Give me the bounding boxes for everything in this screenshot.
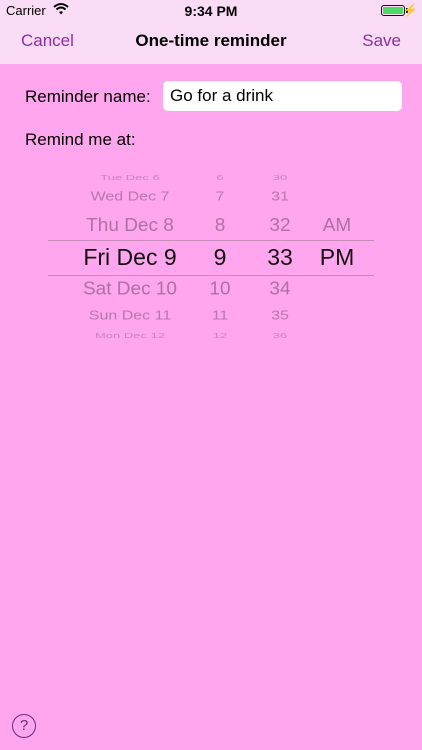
picker-minute-option[interactable]: 34 — [269, 279, 290, 300]
picker-hour-option[interactable]: 8 — [215, 215, 226, 236]
picker-hour-option[interactable]: 9 — [214, 244, 227, 271]
remind-at-label: Remind me at: — [25, 130, 136, 149]
charging-bolt-icon: ⚡ — [403, 3, 418, 17]
status-bar: Carrier 9:34 PM ⚡ — [0, 0, 422, 22]
picker-hour-option[interactable]: 7 — [216, 190, 225, 205]
picker-selection-top-line — [48, 240, 374, 241]
picker-date-option[interactable]: Sat Dec 10 — [83, 279, 177, 300]
navigation-bar: Cancel One-time reminder Save — [0, 22, 422, 64]
picker-minute-option[interactable]: 35 — [271, 309, 289, 324]
picker-ampm-option[interactable]: PM — [320, 244, 355, 271]
picker-selection-bottom-line — [48, 275, 374, 276]
picker-minute-option[interactable]: 36 — [273, 332, 287, 340]
picker-date-option[interactable]: Mon Dec 12 — [95, 332, 165, 340]
picker-hour-option[interactable]: 11 — [212, 309, 229, 324]
picker-hour-option[interactable]: 6 — [216, 174, 223, 182]
reminder-name-label: Reminder name: — [25, 87, 151, 106]
status-time: 9:34 PM — [184, 3, 238, 19]
picker-minute-option[interactable]: 30 — [273, 174, 287, 182]
date-time-picker[interactable]: Tue Dec 6 Wed Dec 7 Thu Dec 8 Fri Dec 9 Sat … — [0, 160, 422, 350]
battery-icon — [381, 5, 405, 16]
page-title: One-time reminder — [135, 31, 287, 50]
picker-minute-option[interactable]: 32 — [269, 215, 290, 236]
picker-date-option[interactable]: Wed Dec 7 — [91, 190, 170, 205]
help-button[interactable]: ? — [12, 714, 36, 738]
picker-date-option[interactable]: Sun Dec 11 — [89, 309, 171, 324]
picker-hour-option[interactable]: 10 — [209, 279, 230, 300]
picker-minute-option[interactable]: 31 — [271, 190, 289, 205]
reminder-name-input[interactable] — [163, 81, 402, 111]
picker-date-option[interactable]: Tue Dec 6 — [100, 174, 160, 182]
picker-hour-option[interactable]: 12 — [213, 332, 227, 340]
picker-minute-option[interactable]: 33 — [267, 244, 293, 271]
picker-ampm-option[interactable]: AM — [323, 215, 352, 236]
save-button[interactable]: Save — [362, 31, 401, 51]
picker-date-option[interactable]: Thu Dec 8 — [86, 215, 174, 236]
picker-date-option[interactable]: Fri Dec 9 — [83, 244, 176, 271]
